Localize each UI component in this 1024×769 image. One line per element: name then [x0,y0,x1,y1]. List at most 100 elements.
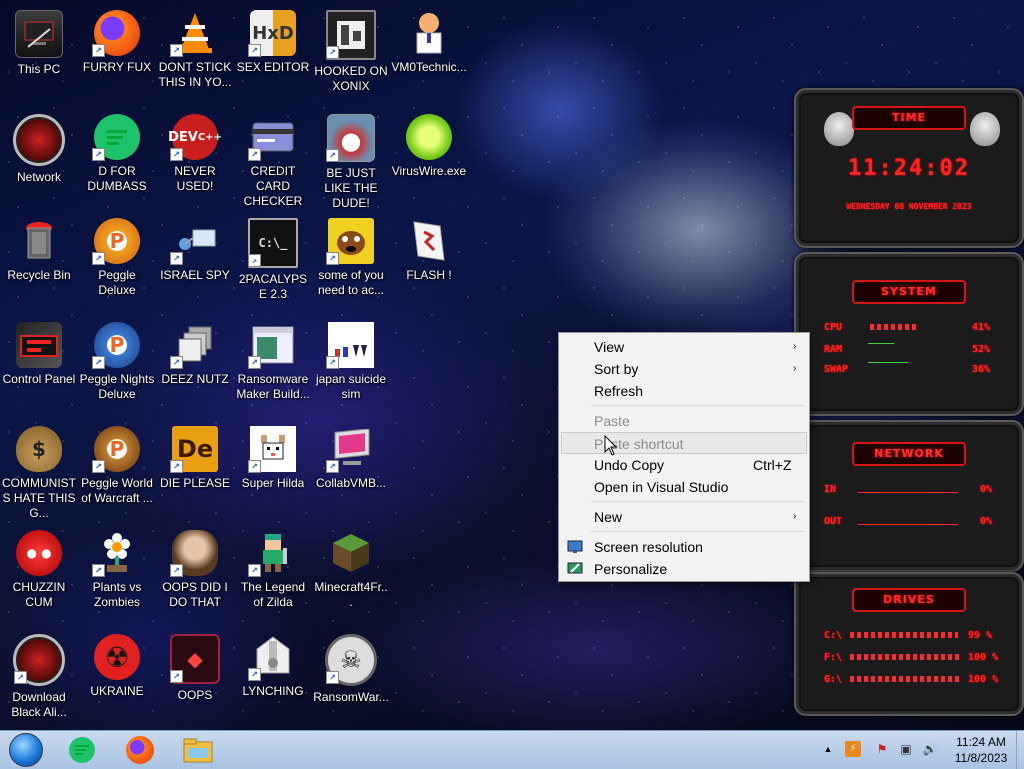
drives-gadget[interactable]: DRIVES C:\ 99 % F:\ 100 % G:\ 100 % [794,572,1024,716]
desktop-icon-legend-of-zilda[interactable]: ↗ The Legend of Zilda [235,524,311,610]
desktop-icon-die-please[interactable]: De ↗ DIE PLEASE [157,420,233,491]
show-desktop-button[interactable] [1016,731,1024,769]
desktop-icon-oops[interactable]: ◆ ↗ OOPS [157,628,233,703]
desktop-icon-peggle-wow[interactable]: P ↗ Peggle World of Warcraft ... [79,420,155,506]
icon-label: LYNCHING [242,684,304,698]
network-cable-icon: ↗ [170,218,218,265]
icon-label: COMMUNISTS HATE THIS G... [2,476,76,520]
time-header: TIME [852,106,966,130]
desktop-icon-super-hilda[interactable]: ↗ Super Hilda [235,420,311,491]
desktop-icon-never-used[interactable]: DEV C++ ↗ NEVER USED! [157,108,233,194]
network-header: NETWORK [852,442,966,466]
terminal-icon: C:\_ ↗ [248,218,298,268]
desktop-icon-israel-spy[interactable]: ↗ ISRAEL SPY [157,212,233,283]
time-gadget[interactable]: TIME 11:24:02 WEDNESDAY 08 NOVEMBER 2023 [794,88,1024,248]
desktop-icon-oops-did-i[interactable]: ↗ OOPS DID I DO THAT [157,524,233,610]
icon-label: some of you need to ac... [317,268,385,297]
menu-item-paste-shortcut[interactable]: Paste shortcut [561,432,807,454]
dark-app-icon: ◆ ↗ [170,634,220,684]
xonix-icon: ↗ [326,10,376,60]
desktop[interactable]: This PC Network Recycle Bin Control Pane… [0,0,1024,730]
cpu-bar [870,324,916,330]
taskbar-chat-app[interactable] [64,733,100,767]
start-button[interactable] [6,733,46,767]
desktop-icon-plants-vs-zombies[interactable]: ↗ Plants vs Zombies [79,524,155,610]
peggle-nights-icon: P ↗ [92,322,140,369]
stacked-windows-icon: ↗ [170,322,218,369]
desktop-icon-network[interactable]: Network [1,108,77,185]
desktop-icon-credit-card[interactable]: ↗ CREDIT CARD CHECKER [235,108,311,209]
menu-item-label: Undo Copy [594,457,665,473]
desktop-icon-hooked-on-xonix[interactable]: ↗ HOOKED ON XONIX [313,4,389,94]
icon-label: OOPS DID I DO THAT [162,580,228,609]
cartoon-dog-icon: ↗ [326,218,374,265]
desktop-icon-minecraft[interactable]: Minecraft4Fr... [313,524,389,610]
desktop-icon-viruswire[interactable]: VirusWire.exe [391,108,467,179]
network-tray-icon[interactable]: ▣ [898,741,914,757]
system-header: SYSTEM [852,280,966,304]
drive-f-label: F:\ [824,652,843,663]
desktop-icon-deez-nutz[interactable]: ↗ DEEZ NUTZ [157,316,233,387]
desktop-icon-collabvmb[interactable]: ↗ CollabVMB... [313,420,389,491]
desktop-icon-japan-suicide-sim[interactable]: ↗ japan suicide sim [313,316,389,402]
menu-item-new[interactable]: New › [561,506,807,528]
desktop-icon-recycle-bin[interactable]: Recycle Bin [1,212,77,283]
desktop-icon-lynching[interactable]: ↗ LYNCHING [235,628,311,699]
menu-item-undo-copy[interactable]: Undo Copy Ctrl+Z [561,454,807,476]
menu-item-personalize[interactable]: Personalize [561,558,807,580]
menu-item-view[interactable]: View › [561,336,807,358]
desktop-icon-communists[interactable]: $ COMMUNISTS HATE THIS G... [1,420,77,521]
taskbar-firefox[interactable] [122,733,158,767]
menu-item-refresh[interactable]: Refresh [561,380,807,402]
network-gadget[interactable]: NETWORK IN 0% OUT 0% [794,420,1024,572]
menu-item-open-in-visual-studio[interactable]: Open in Visual Studio [561,476,807,498]
desktop-icon-sex-editor[interactable]: HxD ↗ SEX EDITOR [235,4,311,75]
desktop-icon-ransomware-maker[interactable]: ↗ Ransomware Maker Build... [235,316,311,402]
desktop-icon-peggle-deluxe[interactable]: P ↗ Peggle Deluxe [79,212,155,298]
menu-item-label: Open in Visual Studio [594,479,729,495]
desktop-icon-flash[interactable]: FLASH ! [391,212,467,283]
alien-network-icon [13,114,65,166]
icon-label: FLASH ! [406,268,452,282]
menu-separator [591,531,805,532]
system-gadget[interactable]: SYSTEM CPU 41% RAM 52% SWAP 36% [794,252,1024,416]
icon-label: The Legend of Zilda [240,580,306,609]
desktop-icon-ransomwar[interactable]: ☠ ↗ RansomWar... [313,628,389,705]
tray-app-icon[interactable]: ⚡ [845,741,861,757]
desktop-icon-vm0technic[interactable]: VM0Technic... [391,4,467,75]
menu-item-label: Sort by [594,361,639,377]
credit-card-icon: ↗ [248,114,296,161]
desktop-icon-dont-stick[interactable]: ↗ DONT STICK THIS IN YO... [157,4,233,90]
alien-icon: ↗ [13,634,65,686]
desktop-icon-2pacalypse[interactable]: C:\_ ↗ 2PACALYPSE 2.3 [235,212,311,302]
menu-item-screen-resolution[interactable]: Screen resolution [561,536,807,558]
volume-icon[interactable]: 🔊 [922,741,938,757]
icon-label: VM0Technic... [391,60,467,74]
swap-bar [868,362,908,363]
desktop-icon-furry-fux[interactable]: ↗ FURRY FUX [79,4,155,75]
desktop-icon-d-for-dumbass[interactable]: ↗ D FOR DUMBASS [79,108,155,194]
desktop-icon-peggle-nights[interactable]: P ↗ Peggle Nights Deluxe [79,316,155,402]
desktop-icon-chuzzin[interactable]: ● ● CHUZZIN CUM [1,524,77,610]
menu-item-shortcut: Ctrl+Z [753,457,792,473]
monitor-icon [567,540,583,553]
menu-item-paste[interactable]: Paste [561,410,807,432]
menu-item-label: Paste [594,413,630,429]
icon-label: RansomWar... [313,690,389,704]
desktop-icon-this-pc[interactable]: This PC [1,4,77,77]
tray-expand-icon[interactable]: ▲ [820,741,836,757]
icon-label: SEX EDITOR [236,60,310,74]
desktop-icon-be-just-like-the-dude[interactable]: ↗ BE JUST LIKE THE DUDE! [313,108,389,211]
alien-head-icon [970,112,1000,146]
taskbar-file-explorer[interactable] [180,733,216,767]
desktop-icon-some-of-you[interactable]: ↗ some of you need to ac... [313,212,389,298]
taskbar-clock[interactable]: 11:24 AM 11/8/2023 [944,734,1018,766]
drive-g-label: G:\ [824,674,843,685]
desktop-icon-control-panel[interactable]: Control Panel [1,316,77,387]
action-center-flag-icon[interactable]: ⚑ [874,741,890,757]
desktop-icon-ukraine[interactable]: ☢ UKRAINE [79,628,155,699]
menu-item-sort-by[interactable]: Sort by › [561,358,807,380]
desktop-icon-download-black-ali[interactable]: ↗ Download Black Ali... [1,628,77,720]
hxd-icon: HxD ↗ [248,10,296,57]
icon-label: Download Black Ali... [11,690,67,719]
